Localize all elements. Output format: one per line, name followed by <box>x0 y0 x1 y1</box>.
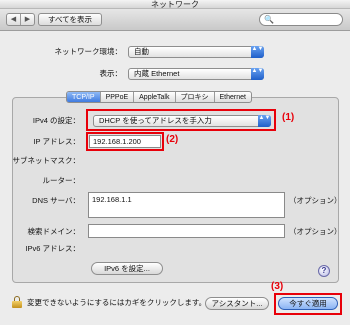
annotation-2: (2) <box>166 134 179 145</box>
network-preferences-window: ネットワーク ◀ ▶ すべてを表示 🔍 ネットワーク環境： 自動 ▲▼ 表示： … <box>0 0 350 325</box>
location-label: ネットワーク環境： <box>54 47 123 56</box>
search-domain-optional-note: （オプション） <box>289 227 342 236</box>
show-label: 表示： <box>99 69 123 78</box>
router-label: ルーター： <box>42 176 81 185</box>
search-field[interactable]: 🔍 <box>259 13 343 26</box>
ipv6-address-label: IPv6 アドレス： <box>25 244 80 253</box>
annotation-1: (1) <box>282 112 295 123</box>
lock-hint-text: 変更できないようにするにはカギをクリックします。 <box>27 298 207 307</box>
forward-arrow-icon[interactable]: ▶ <box>20 14 34 25</box>
title-bar: ネットワーク <box>0 0 350 9</box>
tab-appletalk[interactable]: AppleTalk <box>133 92 174 102</box>
tab-pppoe[interactable]: PPPoE <box>99 92 134 102</box>
back-forward-buttons: ◀ ▶ <box>6 13 35 26</box>
show-value: 内蔵 Ethernet <box>134 69 180 78</box>
search-domain-label: 検索ドメイン： <box>27 227 81 236</box>
highlight-box-3 <box>274 293 342 315</box>
configure-ipv6-button[interactable]: IPv6 を設定... <box>91 262 163 275</box>
dns-server-label: DNS サーバ： <box>32 196 80 205</box>
toolbar: ◀ ▶ すべてを表示 🔍 <box>0 9 350 31</box>
ipv4-config-label: IPv4 の設定： <box>32 116 80 125</box>
assistant-button[interactable]: アシスタント... <box>205 297 269 310</box>
help-icon[interactable]: ? <box>318 265 330 277</box>
tab-proxy[interactable]: プロキシ <box>174 92 214 102</box>
subnet-mask-label: サブネットマスク： <box>12 156 81 165</box>
popup-arrows-icon: ▲▼ <box>251 46 264 58</box>
show-popup[interactable]: 内蔵 Ethernet ▲▼ <box>128 68 264 80</box>
dns-server-field[interactable]: 192.168.1.1 <box>88 192 285 218</box>
annotation-3: (3) <box>271 281 284 292</box>
highlight-box-1 <box>86 109 276 131</box>
show-all-button[interactable]: すべてを表示 <box>38 13 102 26</box>
location-popup[interactable]: 自動 ▲▼ <box>128 46 264 58</box>
window-title: ネットワーク <box>151 0 199 9</box>
lock-icon[interactable] <box>12 296 22 308</box>
tab-tcp-ip[interactable]: TCP/IP <box>67 92 100 102</box>
tab-ethernet[interactable]: Ethernet <box>213 92 251 102</box>
search-icon: 🔍 <box>264 15 274 24</box>
search-domain-field[interactable] <box>88 224 285 238</box>
tab-bar: TCP/IP PPPoE AppleTalk プロキシ Ethernet <box>66 91 252 103</box>
popup-arrows-icon: ▲▼ <box>251 68 264 80</box>
ip-address-label: IP アドレス： <box>33 137 80 146</box>
location-value: 自動 <box>134 47 149 56</box>
highlight-box-2 <box>86 132 164 151</box>
dns-optional-note: （オプション） <box>289 196 342 205</box>
back-arrow-icon[interactable]: ◀ <box>7 14 20 25</box>
